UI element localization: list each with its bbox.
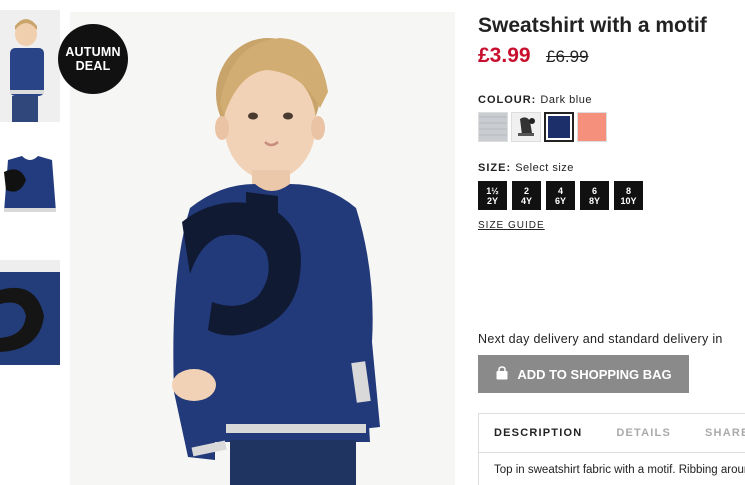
size-option-6-8y[interactable]: 6 8Y bbox=[580, 181, 609, 210]
size-options: 1½ 2Y 2 4Y 4 6Y 6 8Y 8 10Y bbox=[478, 181, 643, 210]
swatch-print[interactable] bbox=[511, 112, 541, 142]
swatch-dark-blue[interactable] bbox=[544, 112, 574, 142]
size-option-1-2y[interactable]: 1½ 2Y bbox=[478, 181, 507, 210]
autumn-deal-badge: AUTUMN DEAL bbox=[58, 24, 128, 94]
size-option-2-4y[interactable]: 2 4Y bbox=[512, 181, 541, 210]
swatch-grey-melange[interactable] bbox=[478, 112, 508, 142]
delivery-info: Next day delivery and standard delivery … bbox=[478, 332, 723, 346]
sale-price: £3.99 bbox=[478, 44, 531, 67]
colour-swatches bbox=[478, 112, 607, 142]
badge-line-2: DEAL bbox=[75, 59, 111, 73]
size-option-4-6y[interactable]: 4 6Y bbox=[546, 181, 575, 210]
colour-label-row: COLOUR: Dark blue bbox=[478, 94, 592, 106]
size-label: SIZE: bbox=[478, 162, 512, 174]
thumbnail-1[interactable] bbox=[0, 10, 60, 122]
product-tabs: DESCRIPTION DETAILS SHARE bbox=[478, 413, 745, 453]
swatch-coral[interactable] bbox=[577, 112, 607, 142]
tab-share[interactable]: SHARE bbox=[705, 427, 745, 439]
size-guide-link[interactable]: SIZE GUIDE bbox=[478, 220, 545, 231]
badge-line-1: AUTUMN bbox=[65, 45, 121, 59]
add-to-bag-label: ADD TO SHOPPING BAG bbox=[517, 366, 672, 382]
size-placeholder: Select size bbox=[515, 162, 574, 174]
thumbnail-3[interactable] bbox=[0, 260, 60, 365]
product-info-panel: Sweatshirt with a motif £3.99 £6.99 COLO… bbox=[478, 0, 745, 485]
original-price: £6.99 bbox=[546, 47, 589, 66]
tab-description[interactable]: DESCRIPTION bbox=[494, 427, 582, 439]
thumbnail-2[interactable] bbox=[0, 150, 60, 222]
description-panel: Top in sweatshirt fabric with a motif. R… bbox=[478, 452, 745, 485]
size-label-row: SIZE: Select size bbox=[478, 162, 574, 174]
tab-details[interactable]: DETAILS bbox=[616, 427, 671, 439]
shopping-bag-icon bbox=[495, 365, 509, 383]
selected-colour: Dark blue bbox=[540, 94, 592, 106]
product-main-image[interactable] bbox=[70, 12, 455, 485]
add-to-shopping-bag-button[interactable]: ADD TO SHOPPING BAG bbox=[478, 355, 689, 393]
product-title: Sweatshirt with a motif bbox=[478, 14, 707, 37]
description-text: Top in sweatshirt fabric with a motif. R… bbox=[494, 464, 745, 476]
thumbnail-column bbox=[0, 0, 62, 485]
size-option-8-10y[interactable]: 8 10Y bbox=[614, 181, 643, 210]
colour-label: COLOUR: bbox=[478, 94, 537, 106]
